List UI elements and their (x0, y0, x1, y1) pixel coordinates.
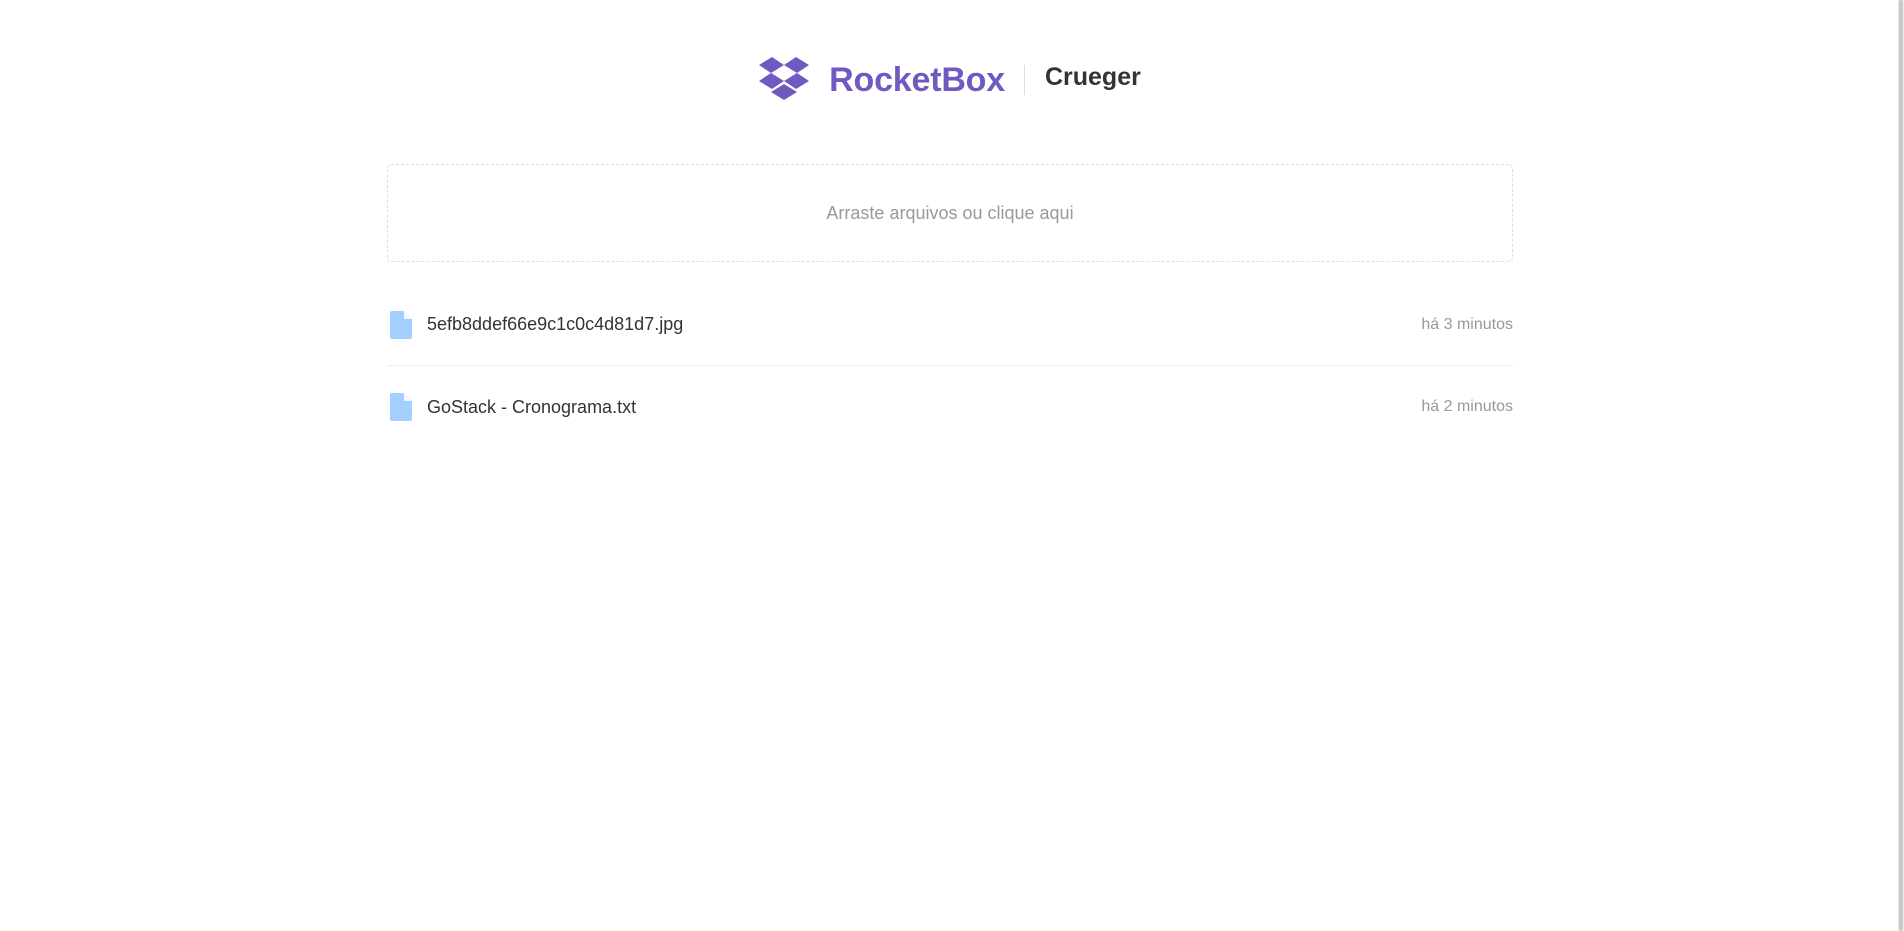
brand-name: RocketBox (829, 60, 1005, 99)
file-time: há 2 minutos (1421, 398, 1513, 415)
file-row: GoStack - Cronograma.txt há 2 minutos (387, 366, 1513, 448)
file-icon (390, 393, 412, 421)
file-time: há 3 minutos (1421, 315, 1513, 333)
header: RocketBox Crueger (387, 40, 1513, 120)
file-list: 5efb8ddef66e9c1c0c4d81d7.jpg há 3 minuto… (387, 284, 1513, 448)
box-title: Crueger (1044, 62, 1141, 91)
scrollbar[interactable] (1898, 0, 1904, 931)
main-container: RocketBox Crueger Arraste arquivos ou cl… (387, 0, 1513, 448)
file-link[interactable]: GoStack - Cronograma.txt (387, 393, 636, 421)
file-name: GoStack - Cronograma.txt (427, 396, 637, 417)
file-icon (390, 310, 412, 339)
file-name: 5efb8ddef66e9c1c0c4d81d7.jpg (427, 314, 684, 334)
file-row: 5efb8ddef66e9c1c0c4d81d7.jpg há 3 minuto… (387, 284, 1513, 366)
file-link[interactable]: 5efb8ddef66e9c1c0c4d81d7.jpg (387, 310, 684, 339)
dropbox-box-icon (759, 57, 810, 100)
scrollbar-thumb[interactable] (1899, 0, 1903, 931)
header-divider (1023, 65, 1025, 95)
logo: RocketBox (759, 57, 1005, 103)
upload-dropzone[interactable]: Arraste arquivos ou clique aqui (387, 164, 1513, 262)
app-page: RocketBox Crueger Arraste arquivos ou cl… (0, 0, 1904, 931)
dropzone-label: Arraste arquivos ou clique aqui (826, 202, 1074, 223)
